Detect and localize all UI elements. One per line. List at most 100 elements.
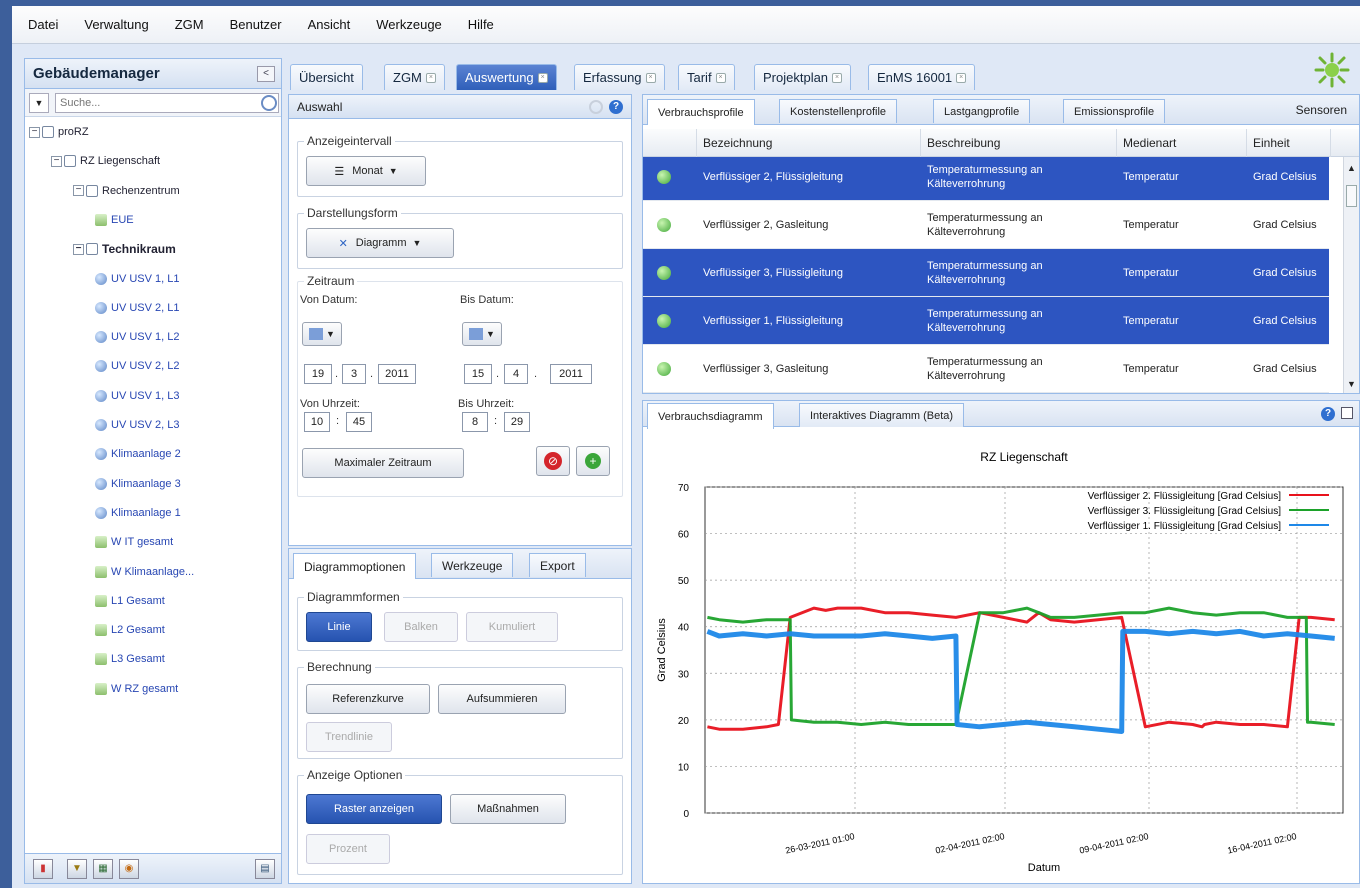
collapse-toggle-icon[interactable]: − bbox=[73, 185, 84, 197]
massnahmen-button[interactable]: Maßnahmen bbox=[450, 794, 566, 824]
help-icon[interactable]: ? bbox=[609, 99, 623, 114]
bis-hour-field[interactable]: 8 bbox=[462, 412, 488, 432]
tree-checkbox[interactable] bbox=[86, 243, 98, 256]
tree-node[interactable]: UV USV 2, L3 bbox=[95, 414, 179, 436]
bis-year-field[interactable]: 2011 bbox=[550, 364, 592, 384]
tree-node[interactable]: UV USV 1, L3 bbox=[95, 385, 179, 407]
report-icon[interactable]: ▮ bbox=[33, 858, 53, 879]
tree-node[interactable]: W IT gesamt bbox=[95, 531, 173, 553]
kumuliert-button[interactable]: Kumuliert bbox=[466, 612, 558, 642]
von-datum-picker[interactable]: ▼ bbox=[302, 322, 342, 346]
tree-node[interactable]: L2 Gesamt bbox=[95, 619, 165, 641]
table-row[interactable]: Verflüssiger 3, Gasleitung Temperaturmess… bbox=[643, 345, 1329, 393]
tab-auswertung[interactable]: Auswertung × bbox=[456, 64, 557, 90]
map-icon[interactable]: ◉ bbox=[119, 858, 139, 879]
tab-werkzeuge[interactable]: Werkzeuge bbox=[431, 553, 514, 577]
von-minute-field[interactable]: 45 bbox=[346, 412, 372, 432]
trendlinie-button[interactable]: Trendlinie bbox=[306, 722, 392, 752]
grid-scrollbar[interactable]: ▲ ▼ bbox=[1343, 157, 1359, 393]
tree-node[interactable]: L3 Gesamt bbox=[95, 648, 165, 670]
collapse-toggle-icon[interactable]: − bbox=[73, 243, 84, 255]
filter-dropdown[interactable]: ▼ bbox=[29, 92, 49, 113]
tab-emissionsprofile[interactable]: Emissionsprofile bbox=[1063, 99, 1166, 123]
menu-datei[interactable]: Datei bbox=[28, 17, 58, 32]
close-icon[interactable]: × bbox=[537, 72, 548, 83]
menu-zgm[interactable]: ZGM bbox=[175, 17, 204, 32]
table-row[interactable]: Verflüssiger 3, Flüssigleitung Temperatur… bbox=[643, 249, 1329, 297]
scroll-up-icon[interactable]: ▲ bbox=[1344, 163, 1359, 173]
menu-werkzeuge[interactable]: Werkzeuge bbox=[376, 17, 442, 32]
tree-checkbox[interactable] bbox=[64, 155, 76, 168]
close-icon[interactable]: × bbox=[956, 72, 967, 83]
col-bezeichnung[interactable]: Bezeichnung bbox=[697, 129, 921, 157]
tree-node[interactable]: Klimaanlage 1 bbox=[95, 502, 181, 524]
tree-node[interactable]: UV USV 2, L2 bbox=[95, 355, 179, 377]
tree-node[interactable]: W RZ gesamt bbox=[95, 678, 178, 700]
collapse-toggle-icon[interactable]: − bbox=[29, 126, 40, 138]
tree-node[interactable]: UV USV 1, L1 bbox=[95, 268, 179, 290]
interval-dropdown[interactable]: ☰ Monat ▼ bbox=[306, 156, 426, 186]
von-day-field[interactable]: 19 bbox=[304, 364, 332, 384]
image-icon[interactable]: ▦ bbox=[93, 858, 113, 879]
tree-checkbox[interactable] bbox=[42, 126, 54, 138]
menu-hilfe[interactable]: Hilfe bbox=[468, 17, 494, 32]
darstellung-dropdown[interactable]: ✕ Diagramm ▼ bbox=[306, 228, 454, 258]
cancel-button[interactable]: ⊘ bbox=[536, 446, 570, 476]
menu-benutzer[interactable]: Benutzer bbox=[230, 17, 282, 32]
filter-icon[interactable]: ▼ bbox=[67, 858, 87, 879]
tab-verbrauchsdiagramm[interactable]: Verbrauchsdiagramm bbox=[647, 403, 774, 429]
bis-minute-field[interactable]: 29 bbox=[504, 412, 530, 432]
tab--bersicht[interactable]: Übersicht bbox=[290, 64, 363, 90]
bis-day-field[interactable]: 15 bbox=[464, 364, 492, 384]
collapse-button[interactable]: < bbox=[257, 65, 275, 82]
tab-export[interactable]: Export bbox=[529, 553, 586, 577]
table-row[interactable]: Verflüssiger 1, Flüssigleitung Temperatur… bbox=[643, 297, 1329, 345]
scroll-thumb[interactable] bbox=[1346, 185, 1357, 207]
referenzkurve-button[interactable]: Referenzkurve bbox=[306, 684, 430, 714]
menu-ansicht[interactable]: Ansicht bbox=[308, 17, 351, 32]
tab-lastgangprofile[interactable]: Lastgangprofile bbox=[933, 99, 1031, 123]
bis-datum-picker[interactable]: ▼ bbox=[462, 322, 502, 346]
close-icon[interactable]: × bbox=[425, 72, 436, 83]
menu-verwaltung[interactable]: Verwaltung bbox=[84, 17, 148, 32]
tree-node[interactable]: UV USV 2, L1 bbox=[95, 297, 179, 319]
prozent-button[interactable]: Prozent bbox=[306, 834, 390, 864]
von-year-field[interactable]: 2011 bbox=[378, 364, 416, 384]
tree-node[interactable]: − Rechenzentrum bbox=[73, 180, 180, 202]
tab-projektplan[interactable]: Projektplan × bbox=[754, 64, 852, 90]
tree-checkbox[interactable] bbox=[86, 184, 98, 197]
search-input[interactable] bbox=[55, 92, 279, 113]
tree-node[interactable]: − RZ Liegenschaft bbox=[51, 150, 160, 172]
linie-button[interactable]: Linie bbox=[306, 612, 372, 642]
table-row[interactable]: Verflüssiger 2, Gasleitung Temperaturmess… bbox=[643, 201, 1329, 249]
tab-interaktives-diagramm[interactable]: Interaktives Diagramm (Beta) bbox=[799, 403, 965, 427]
tab-enms-16001[interactable]: EnMS 16001 × bbox=[868, 64, 976, 90]
tree-node[interactable]: − proRZ bbox=[29, 121, 89, 143]
tree-node[interactable]: W Klimaanlage... bbox=[95, 561, 194, 583]
tree-node[interactable]: − Technikraum bbox=[73, 238, 176, 260]
close-icon[interactable]: × bbox=[715, 72, 726, 83]
table-row[interactable]: Verflüssiger 2, Flüssigleitung Temperatur… bbox=[643, 157, 1329, 201]
balken-button[interactable]: Balken bbox=[384, 612, 458, 642]
collapse-toggle-icon[interactable]: − bbox=[51, 155, 62, 167]
search-icon[interactable] bbox=[261, 94, 277, 111]
tree-node[interactable]: UV USV 1, L2 bbox=[95, 326, 179, 348]
tab-erfassung[interactable]: Erfassung × bbox=[574, 64, 665, 90]
aufsummieren-button[interactable]: Aufsummieren bbox=[438, 684, 566, 714]
max-zeitraum-button[interactable]: Maximaler Zeitraum bbox=[302, 448, 464, 478]
col-beschreibung[interactable]: Beschreibung bbox=[921, 129, 1117, 157]
tab-diagrammoptionen[interactable]: Diagrammoptionen bbox=[293, 553, 417, 579]
help-icon[interactable]: ? bbox=[1321, 407, 1335, 421]
tree-node[interactable]: L1 Gesamt bbox=[95, 590, 165, 612]
tree-node[interactable]: Klimaanlage 3 bbox=[95, 473, 181, 495]
close-icon[interactable]: × bbox=[832, 72, 843, 83]
close-icon[interactable]: × bbox=[645, 72, 656, 83]
tab-kostenstellenprofile[interactable]: Kostenstellenprofile bbox=[779, 99, 898, 123]
tree-node[interactable]: EUE bbox=[95, 209, 134, 231]
maximize-icon[interactable] bbox=[1341, 407, 1353, 419]
col-einheit[interactable]: Einheit bbox=[1247, 129, 1331, 157]
export-icon[interactable]: ▤ bbox=[255, 858, 275, 879]
tree-node[interactable]: Klimaanlage 2 bbox=[95, 443, 181, 465]
apply-button[interactable]: + bbox=[576, 446, 610, 476]
bis-month-field[interactable]: 4 bbox=[504, 364, 528, 384]
